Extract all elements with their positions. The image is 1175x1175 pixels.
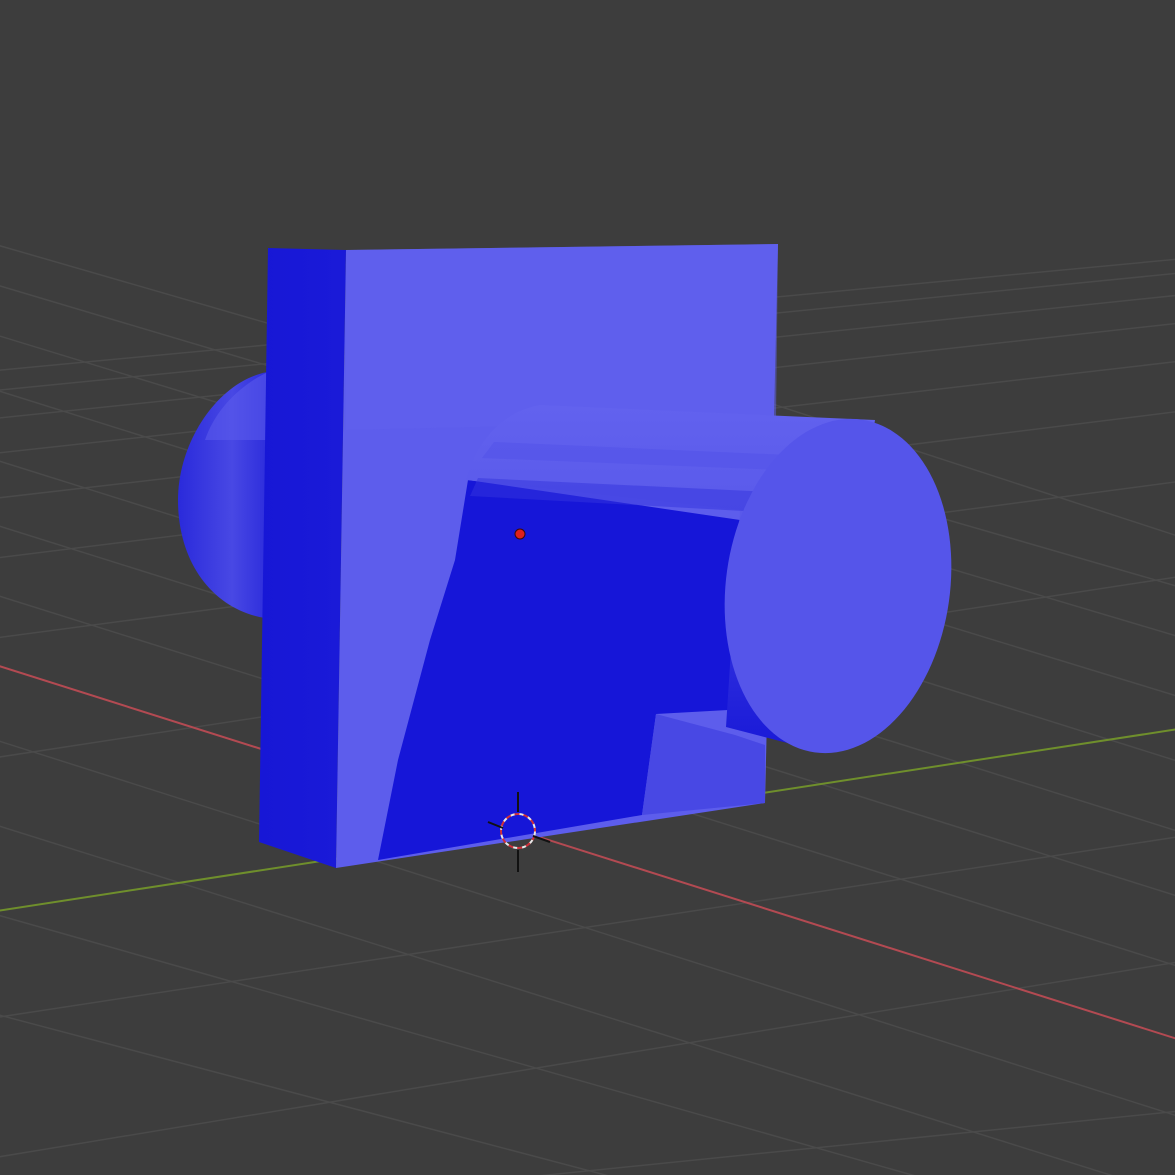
- grid-line: [0, 1014, 609, 1175]
- 3d-viewport[interactable]: [0, 0, 1175, 1175]
- back-cylinder-mesh[interactable]: [178, 372, 268, 618]
- grid-line: [539, 1110, 1175, 1175]
- grid-line: [0, 825, 1113, 1175]
- plate-side-face[interactable]: [259, 248, 346, 868]
- grid-line: [0, 914, 915, 1175]
- object-origin-dot[interactable]: [514, 528, 526, 540]
- viewport-canvas[interactable]: [0, 0, 1175, 1175]
